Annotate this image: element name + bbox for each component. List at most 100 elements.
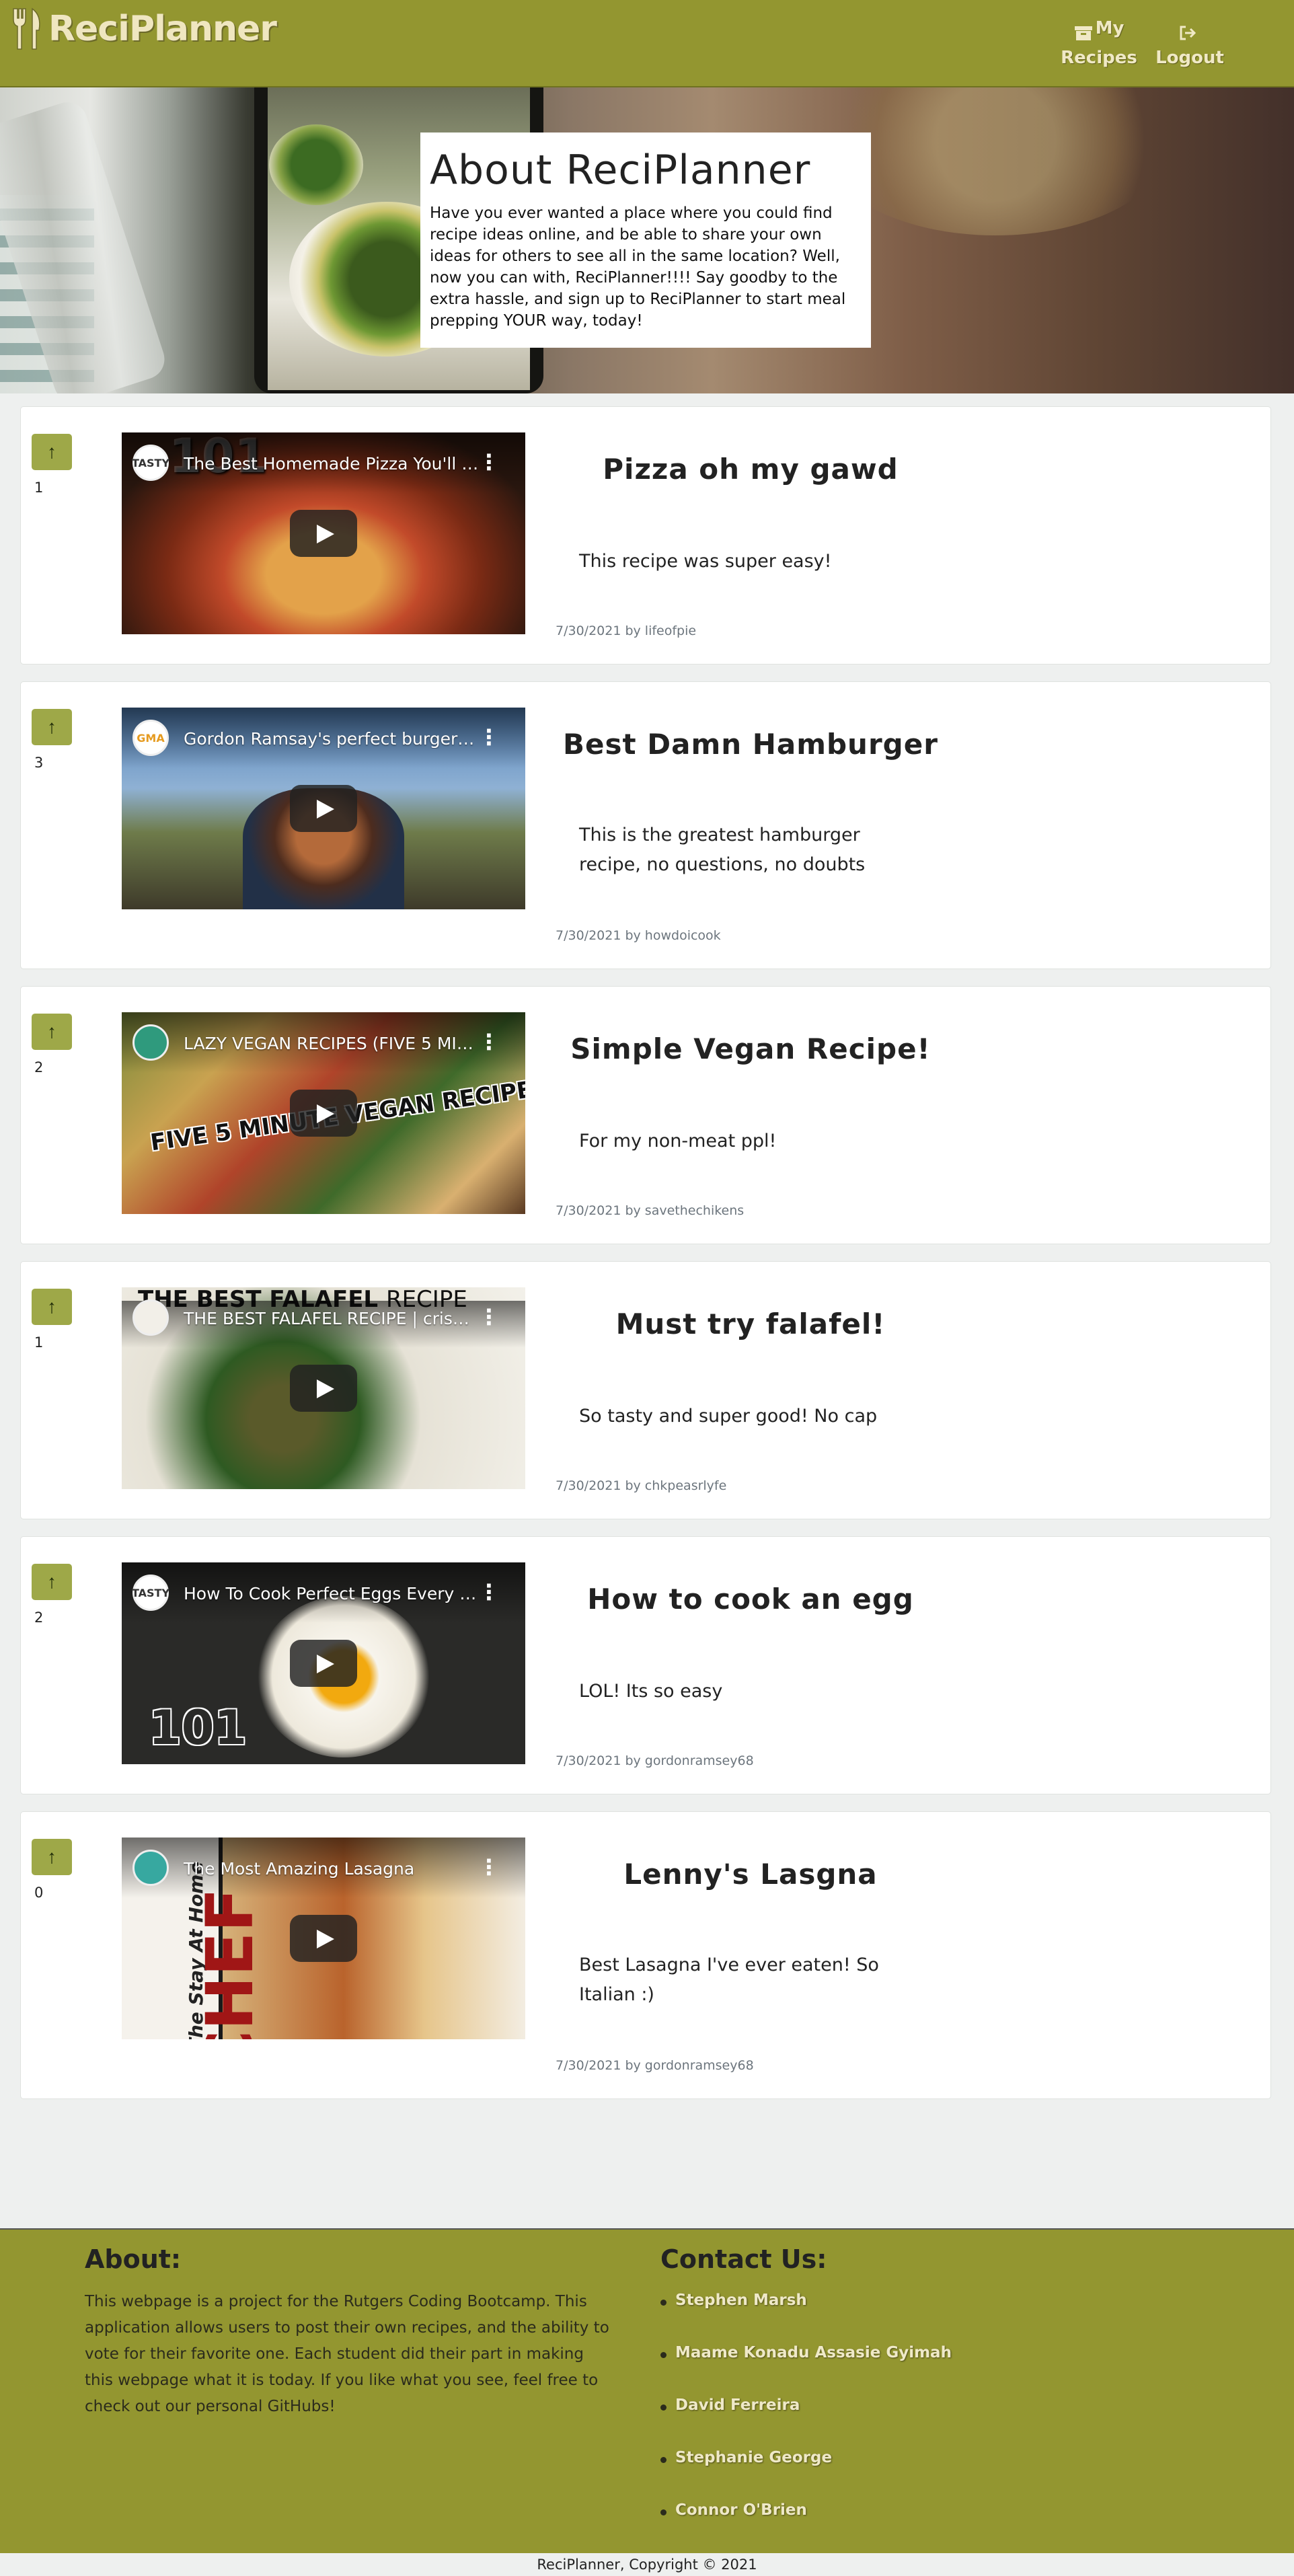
about-text: Have you ever wanted a place where you c…	[430, 204, 846, 330]
vote-count: 1	[34, 1334, 44, 1351]
contact-link[interactable]: David Ferreira	[660, 2396, 952, 2449]
recipe-description: This is the greatest hamburger recipe, n…	[579, 825, 866, 875]
logout-link[interactable]: Logout	[1153, 13, 1227, 73]
contact-list: Stephen Marsh Maame Konadu Assasie Gyima…	[660, 2291, 952, 2554]
kebab-menu-icon[interactable]: ⋮	[478, 451, 500, 473]
copyright: ReciPlanner, Copyright © 2021	[0, 2553, 1294, 2576]
navbar: ReciPlanner My Recipes Logout	[0, 0, 1294, 87]
brand-name: ReciPlanner	[48, 9, 277, 49]
vote-count: 2	[34, 1059, 44, 1075]
recipe-meta: 7/30/2021 by savethechikens	[556, 1203, 745, 1218]
channel-avatar	[132, 1299, 169, 1336]
vote-count: 0	[34, 1885, 44, 1901]
recipe-title: Must try falafel!	[615, 1308, 886, 1340]
brand-link[interactable]: ReciPlanner	[9, 5, 277, 52]
recipe-card: ↑ 1 101 TASTY The Best Homemade Pizza Yo…	[20, 406, 1271, 665]
video-embed[interactable]: THE BEST FALAFEL RECIPE THE BEST FALAFEL…	[122, 1287, 525, 1489]
thumbnail-chef-text: CHEF	[192, 1888, 268, 2039]
upvote-button[interactable]: ↑	[32, 709, 72, 745]
kebab-menu-icon[interactable]: ⋮	[478, 1031, 500, 1053]
footer-about-title: About:	[85, 2244, 182, 2274]
channel-avatar	[132, 1850, 169, 1886]
recipe-description: Best Lasagna I've ever eaten! So Italian…	[579, 1955, 879, 2005]
video-title: THE BEST FALAFEL RECIPE | crispy falafel	[184, 1309, 480, 1328]
upvote-button[interactable]: ↑	[32, 1289, 72, 1325]
about-title: About ReciPlanner	[430, 147, 811, 194]
arrow-up-icon: ↑	[47, 1846, 56, 1867]
vote-count: 3	[34, 755, 44, 771]
kebab-menu-icon[interactable]: ⋮	[478, 1306, 500, 1328]
about-box: About ReciPlanner Have you ever wanted a…	[420, 132, 871, 348]
kebab-menu-icon[interactable]: ⋮	[478, 1581, 500, 1603]
recipe-meta: 7/30/2021 by gordonramsey68	[556, 1753, 754, 1768]
upvote-button[interactable]: ↑	[32, 434, 72, 470]
kebab-menu-icon[interactable]: ⋮	[478, 726, 500, 748]
channel-avatar: TASTY	[132, 445, 169, 481]
play-icon[interactable]	[290, 785, 357, 832]
contact-link[interactable]: Connor O'Brien	[660, 2501, 952, 2554]
upvote-button[interactable]: ↑	[32, 1564, 72, 1600]
my-recipes-link[interactable]: My Recipes	[1059, 13, 1139, 73]
recipe-card: ↑ 0 The Stay At Home CHEF The Most Amazi…	[20, 1811, 1271, 2099]
upvote-button[interactable]: ↑	[32, 1839, 72, 1875]
arrow-up-icon: ↑	[47, 441, 56, 462]
recipe-meta: 7/30/2021 by howdoicook	[556, 928, 721, 943]
recipe-meta: 7/30/2021 by gordonramsey68	[556, 2058, 754, 2073]
vote-count: 2	[34, 1609, 44, 1626]
recipe-description: This recipe was super easy!	[579, 551, 832, 572]
my-recipes-label: My Recipes	[1061, 18, 1137, 68]
footer: About: This webpage is a project for the…	[0, 2228, 1294, 2553]
contact-link[interactable]: Stephanie George	[660, 2449, 952, 2501]
recipe-card: ↑ 3 GMA Gordon Ramsay's perfect burger t…	[20, 681, 1271, 969]
channel-avatar: GMA	[132, 720, 169, 756]
hero-salad-small	[269, 124, 363, 205]
recipe-meta: 7/30/2021 by lifeofpie	[556, 623, 697, 638]
logout-label: Logout	[1155, 48, 1224, 68]
play-icon[interactable]	[290, 1090, 357, 1137]
recipe-title: Best Damn Hamburger	[563, 728, 938, 761]
video-embed[interactable]: FIVE 5 MINUTE VEGAN RECIPES! LAZY VEGAN …	[122, 1012, 525, 1214]
contact-link[interactable]: Stephen Marsh	[660, 2291, 952, 2344]
channel-avatar	[132, 1024, 169, 1061]
arrow-up-icon: ↑	[47, 1571, 56, 1592]
video-title: Gordon Ramsay's perfect burger tutorial	[184, 729, 480, 749]
recipe-card: ↑ 2 FIVE 5 MINUTE VEGAN RECIPES! LAZY VE…	[20, 986, 1271, 1244]
upvote-button[interactable]: ↑	[32, 1014, 72, 1050]
kebab-menu-icon[interactable]: ⋮	[478, 1856, 500, 1878]
footer-contact-title: Contact Us:	[660, 2244, 827, 2274]
play-icon[interactable]	[290, 1915, 357, 1962]
video-title: LAZY VEGAN RECIPES (FIVE 5 MINUTE VEGAN …	[184, 1034, 480, 1053]
recipe-description: For my non-meat ppl!	[579, 1131, 777, 1151]
recipe-meta: 7/30/2021 by chkpeasrlyfe	[556, 1478, 727, 1493]
sign-out-icon	[1179, 21, 1198, 40]
contact-link[interactable]: Maame Konadu Assasie Gyimah	[660, 2344, 952, 2396]
video-title: How To Cook Perfect Eggs Every Time	[184, 1584, 480, 1603]
hero-bowl-decor	[821, 87, 1170, 235]
vote-count: 1	[34, 480, 44, 496]
video-embed[interactable]: 101 TASTY The Best Homemade Pizza You'll…	[122, 432, 525, 634]
arrow-up-icon: ↑	[47, 1296, 56, 1317]
recipe-description: LOL! Its so easy	[579, 1681, 723, 1702]
recipe-card: ↑ 2 101 TASTY How To Cook Perfect Eggs E…	[20, 1536, 1271, 1794]
archive-box-icon	[1074, 21, 1093, 40]
recipe-title: Pizza oh my gawd	[603, 453, 899, 486]
video-embed[interactable]: The Stay At Home CHEF The Most Amazing L…	[122, 1838, 525, 2039]
recipe-description: So tasty and super good! No cap	[579, 1406, 878, 1427]
video-title: The Best Homemade Pizza You'll Ever Eat	[184, 454, 480, 473]
recipe-title: Simple Vegan Recipe!	[570, 1032, 931, 1065]
video-embed[interactable]: GMA Gordon Ramsay's perfect burger tutor…	[122, 708, 525, 909]
play-icon[interactable]	[290, 510, 357, 557]
fork-knife-icon	[9, 7, 44, 50]
arrow-up-icon: ↑	[47, 716, 56, 737]
thumbnail-text: 101	[149, 1700, 248, 1755]
footer-about-text: This webpage is a project for the Rutger…	[85, 2293, 609, 2415]
arrow-up-icon: ↑	[47, 1021, 56, 1042]
video-embed[interactable]: 101 TASTY How To Cook Perfect Eggs Every…	[122, 1562, 525, 1764]
play-icon[interactable]	[290, 1365, 357, 1412]
channel-avatar: TASTY	[132, 1575, 169, 1611]
video-title: The Most Amazing Lasagna	[184, 1859, 415, 1879]
recipe-card: ↑ 1 THE BEST FALAFEL RECIPE THE BEST FAL…	[20, 1261, 1271, 1519]
recipe-title: How to cook an egg	[587, 1583, 914, 1616]
recipe-title: Lenny's Lasgna	[623, 1858, 878, 1891]
play-icon[interactable]	[290, 1640, 357, 1687]
